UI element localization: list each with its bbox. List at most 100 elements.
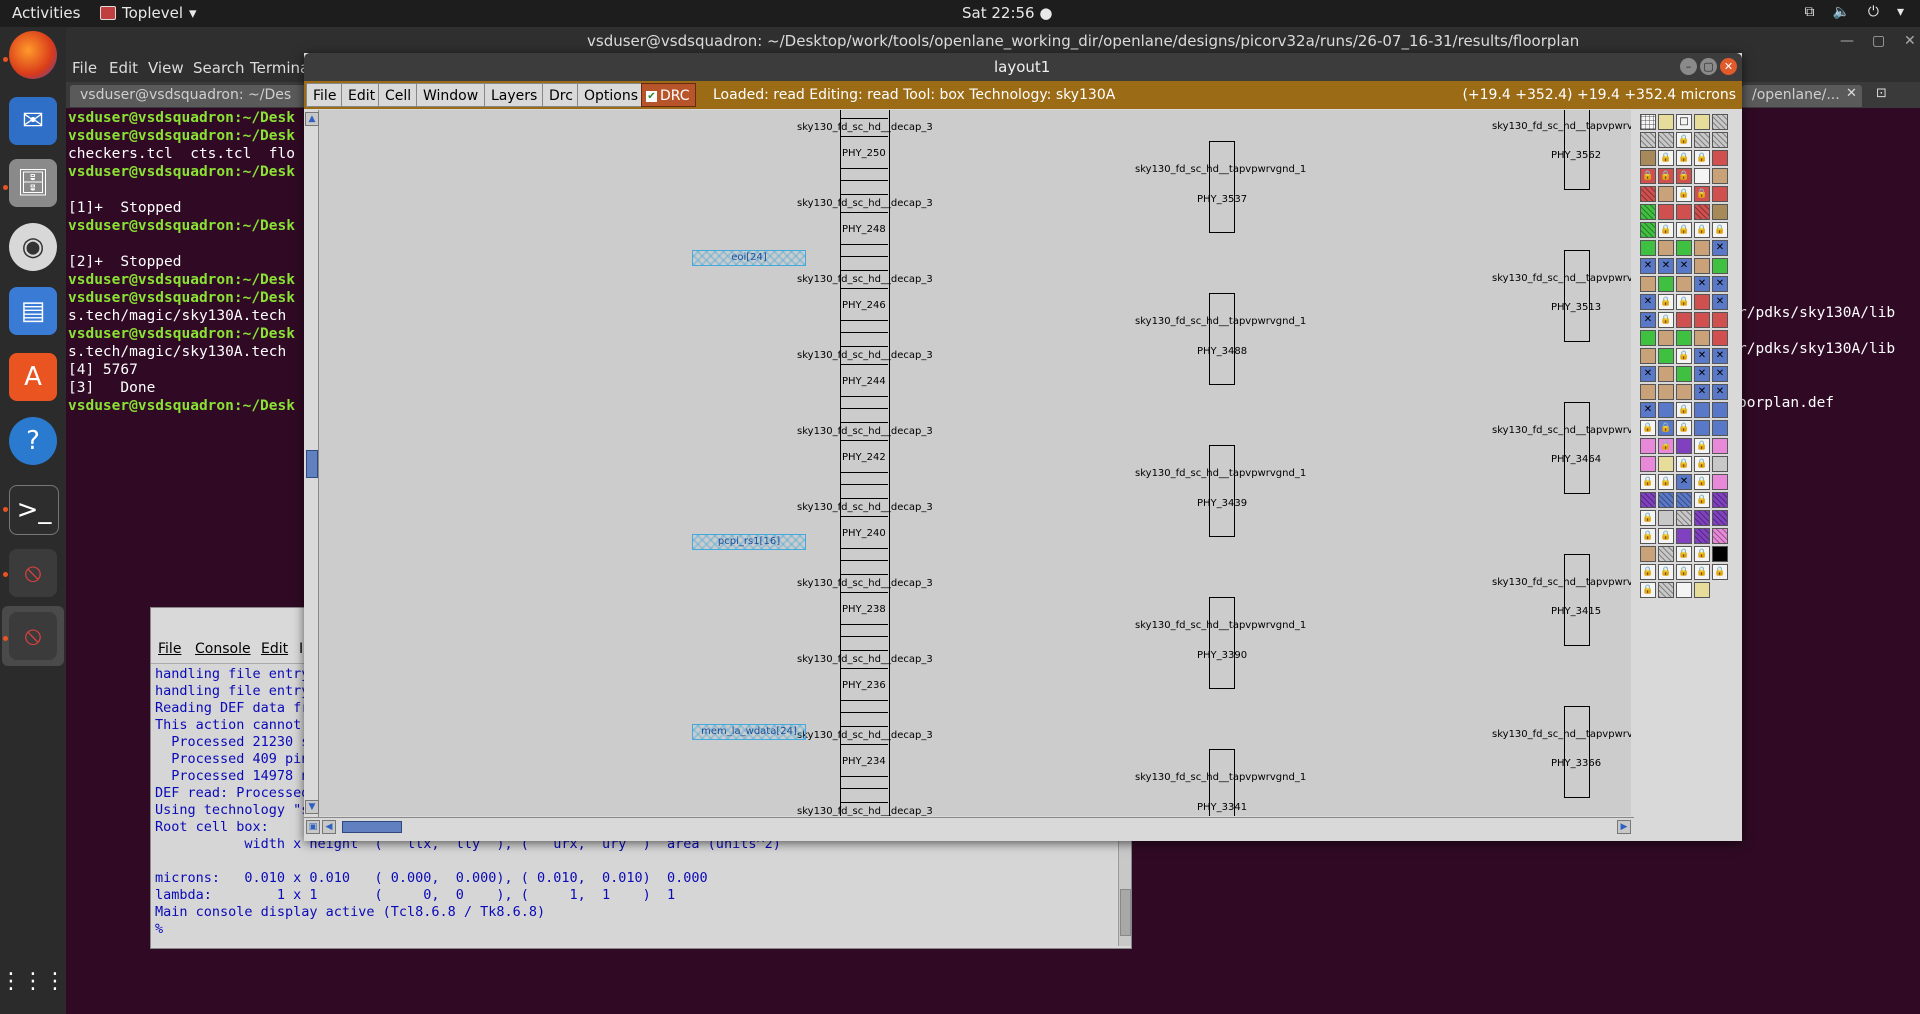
layer-swatch[interactable] [1694, 582, 1710, 598]
layer-swatch[interactable] [1640, 150, 1656, 166]
system-tray[interactable]: ⧉ 🔈 ⏻ ▾ [1804, 4, 1904, 20]
help-icon[interactable]: ? [9, 417, 57, 465]
layer-swatch[interactable] [1676, 240, 1692, 256]
layer-lock-icon[interactable]: 🔒 [1640, 420, 1656, 436]
menu-window[interactable]: Window [416, 83, 486, 107]
app-menu[interactable]: Toplevel ▾ [100, 4, 197, 22]
layer-swatch[interactable] [1712, 402, 1728, 418]
layer-swatch[interactable]: ✕ [1676, 474, 1692, 490]
layer-swatch[interactable] [1658, 186, 1674, 202]
no-icon-app-icon[interactable]: ⦸ [9, 549, 57, 597]
layer-swatch[interactable]: ✕ [1712, 384, 1728, 400]
layer-lock-icon[interactable]: 🔒 [1676, 420, 1692, 436]
layer-swatch[interactable] [1694, 132, 1710, 148]
layer-swatch[interactable]: ✕ [1640, 258, 1656, 274]
console-menu-edit[interactable]: Edit [261, 641, 288, 657]
layer-lock-icon[interactable]: 🔒 [1712, 222, 1728, 238]
layer-swatch[interactable] [1658, 384, 1674, 400]
layer-swatch[interactable] [1712, 510, 1728, 526]
layer-swatch[interactable] [1676, 438, 1692, 454]
terminal-menu-search[interactable]: Search [193, 59, 245, 77]
menu-cell[interactable]: Cell [378, 83, 419, 107]
layer-lock-icon[interactable]: 🔒 [1676, 564, 1692, 580]
layer-lock-icon[interactable]: 🔒 [1658, 420, 1674, 436]
layer-swatch[interactable] [1712, 204, 1728, 220]
layer-swatch[interactable] [1658, 330, 1674, 346]
layer-swatch[interactable]: □ [1676, 114, 1692, 130]
layer-lock-icon[interactable]: 🔒 [1694, 546, 1710, 562]
layer-swatch[interactable] [1640, 384, 1656, 400]
zoom-box-icon[interactable]: ▣ [306, 820, 320, 834]
layer-swatch[interactable] [1676, 276, 1692, 292]
layer-swatch[interactable] [1694, 402, 1710, 418]
layer-swatch[interactable] [1712, 330, 1728, 346]
layer-swatch[interactable]: ✕ [1694, 384, 1710, 400]
console-menu-console[interactable]: Console [195, 641, 251, 657]
layer-swatch[interactable] [1640, 348, 1656, 364]
layer-swatch[interactable] [1694, 258, 1710, 274]
console-menu-interp[interactable]: I [299, 641, 303, 657]
menu-drc[interactable]: Drc [542, 83, 580, 107]
layer-lock-icon[interactable]: 🔒 [1640, 474, 1656, 490]
show-applications-icon[interactable]: ⋮⋮⋮ [0, 957, 66, 1005]
layer-swatch[interactable]: ✕ [1712, 348, 1728, 364]
layer-swatch[interactable] [1712, 258, 1728, 274]
layer-lock-icon[interactable]: 🔒 [1676, 150, 1692, 166]
terminal-tab[interactable]: vsduser@vsdsquadron: ~/Des [70, 85, 310, 107]
menu-layers[interactable]: Layers [484, 83, 545, 107]
layer-swatch[interactable] [1694, 312, 1710, 328]
scroll-right-icon[interactable]: ▶ [1617, 820, 1631, 834]
layer-swatch[interactable] [1676, 204, 1692, 220]
layer-swatch[interactable]: ✕ [1640, 402, 1656, 418]
layer-swatch[interactable] [1676, 312, 1692, 328]
layer-swatch[interactable] [1694, 240, 1710, 256]
layer-swatch[interactable] [1658, 240, 1674, 256]
layer-swatch[interactable] [1712, 438, 1728, 454]
layer-lock-icon[interactable]: 🔒 [1694, 150, 1710, 166]
layer-swatch[interactable]: ✕ [1712, 276, 1728, 292]
layer-lock-icon[interactable]: 🔒 [1658, 438, 1674, 454]
layer-swatch[interactable] [1694, 168, 1710, 184]
activities-button[interactable]: Activities [12, 4, 80, 22]
layer-swatch[interactable] [1640, 240, 1656, 256]
layer-swatch[interactable]: ✕ [1694, 366, 1710, 382]
scrollbar-thumb[interactable] [1120, 889, 1131, 936]
layer-swatch[interactable]: ✕ [1694, 276, 1710, 292]
layer-swatch[interactable]: ✕ [1694, 348, 1710, 364]
layer-swatch[interactable] [1640, 204, 1656, 220]
layer-lock-icon[interactable]: 🔒 [1676, 294, 1692, 310]
drc-toggle[interactable]: ✔ DRC [641, 83, 696, 107]
layer-swatch[interactable]: ✕ [1640, 294, 1656, 310]
layer-lock-icon[interactable]: 🔒 [1694, 222, 1710, 238]
layer-swatch[interactable] [1712, 150, 1728, 166]
layer-lock-icon[interactable]: 🔒 [1712, 564, 1728, 580]
layer-swatch[interactable] [1694, 528, 1710, 544]
scrollbar-thumb[interactable] [306, 450, 318, 478]
console-menu-file[interactable]: File [158, 641, 181, 657]
layer-swatch[interactable] [1676, 510, 1692, 526]
thunderbird-icon[interactable]: ✉ [9, 97, 57, 145]
layer-lock-icon[interactable]: 🔒 [1658, 564, 1674, 580]
minimize-icon[interactable]: – [1680, 58, 1697, 75]
layer-swatch[interactable] [1658, 204, 1674, 220]
layer-lock-icon[interactable]: 🔒 [1694, 456, 1710, 472]
terminal-menu-terminal[interactable]: Termina [250, 59, 309, 77]
layer-swatch[interactable]: ✕ [1712, 294, 1728, 310]
layer-swatch[interactable] [1640, 114, 1656, 130]
layer-lock-icon[interactable]: 🔒 [1658, 222, 1674, 238]
layer-swatch[interactable] [1658, 510, 1674, 526]
layer-swatch[interactable]: ✕ [1640, 312, 1656, 328]
layer-swatch[interactable] [1676, 366, 1692, 382]
layer-swatch[interactable] [1712, 312, 1728, 328]
layer-swatch[interactable] [1712, 456, 1728, 472]
layer-swatch[interactable] [1712, 114, 1728, 130]
layer-swatch[interactable] [1640, 546, 1656, 562]
layer-swatch[interactable] [1694, 294, 1710, 310]
vertical-scrollbar[interactable]: ▲ ▼ [304, 110, 319, 817]
layer-swatch[interactable] [1640, 276, 1656, 292]
layer-swatch[interactable] [1640, 330, 1656, 346]
files-icon[interactable]: 🗄 [9, 159, 57, 207]
layer-swatch[interactable]: ✕ [1640, 366, 1656, 382]
terminal-menu-edit[interactable]: Edit [109, 59, 138, 77]
layer-lock-icon[interactable]: 🔒 [1676, 132, 1692, 148]
